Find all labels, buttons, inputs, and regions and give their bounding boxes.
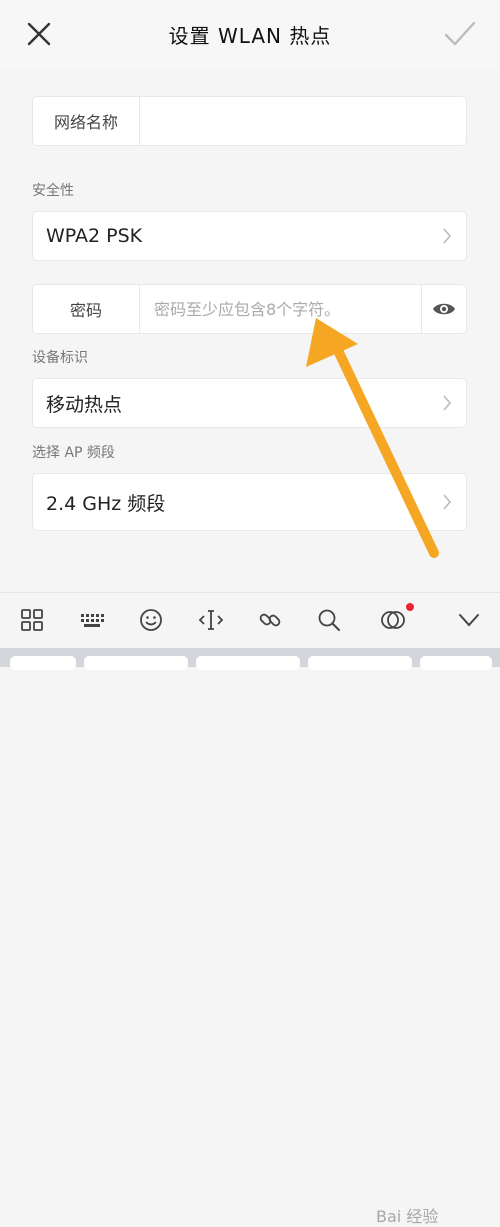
bubble-icon[interactable] [380,607,406,633]
cursor-icon[interactable] [198,607,224,633]
keyboard-icon[interactable] [79,607,105,633]
keyboard-key[interactable] [420,656,492,670]
search-icon[interactable] [316,607,342,633]
ap-band-selector[interactable]: 2.4 GHz 频段 [32,473,467,531]
keyboard-toolbar: Bai 经验 [0,592,500,1226]
chevron-right-icon [443,228,452,244]
security-section-label: 安全性 [32,183,74,199]
security-value: WPA2 PSK [46,225,143,247]
password-input[interactable] [140,285,422,333]
emoji-icon[interactable] [138,607,164,633]
ap-band-value: 2.4 GHz 频段 [46,492,166,515]
device-id-selector[interactable]: 移动热点 [32,378,467,428]
keyboard-key[interactable] [84,656,188,670]
password-field: 密码 [32,284,467,334]
keyboard-keys [0,648,500,670]
grid-icon[interactable] [19,607,45,633]
eye-icon[interactable] [421,285,466,333]
notification-dot [406,603,414,611]
keyboard-key[interactable] [308,656,412,670]
link-icon[interactable] [257,607,283,633]
watermark-text: Bai 经验 [376,1207,439,1226]
device-id-section-label: 设备标识 [32,350,88,366]
chevron-right-icon [443,494,452,510]
device-id-value: 移动热点 [46,393,123,416]
checkmark-icon[interactable] [442,17,478,51]
chevron-right-icon [443,395,452,411]
password-label: 密码 [33,285,140,333]
network-name-label: 网络名称 [33,97,140,145]
security-selector[interactable]: WPA2 PSK [32,211,467,261]
ap-band-section-label: 选择 AP 频段 [32,445,115,461]
title-bar: 设置 WLAN 热点 [0,0,500,68]
page-title: 设置 WLAN 热点 [168,24,332,48]
keyboard-key[interactable] [196,656,300,670]
network-name-input[interactable] [140,97,466,145]
network-name-field: 网络名称 [32,96,467,146]
keyboard-key[interactable] [10,656,76,670]
chevron-down-icon[interactable] [456,607,482,633]
